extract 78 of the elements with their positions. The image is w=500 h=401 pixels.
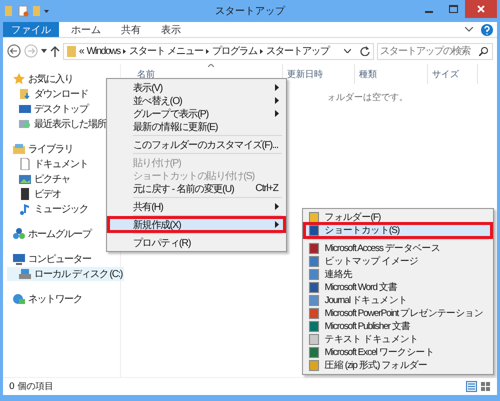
disk-drive-icon [19,268,31,280]
menu-item[interactable]: Microsoft Word 文書 [304,281,491,294]
window-title: スタートアップ [214,4,286,18]
menu-item[interactable]: 新規作成(X) [109,218,284,231]
maximize-icon [448,5,458,13]
navigation-group[interactable]: コンピューター [7,252,93,266]
menu-item[interactable]: Microsoft Excel ワークシート [304,346,491,359]
breadcrumb-arrow-icon [206,48,209,54]
shortcut-text: Ctrl+Z [254,183,278,194]
network-icon [13,293,25,305]
computer-icon [13,253,25,265]
navigation-item[interactable]: デスクトップ [7,102,90,116]
menu-item[interactable]: プロパティ(R) [109,236,284,249]
navigation-item[interactable]: ローカル ディスク (C:) [7,267,124,281]
menu-item[interactable]: 連絡先 [304,268,491,281]
help-icon[interactable] [481,24,493,36]
search-field[interactable]: スタートアップの検索 [377,42,493,60]
address-bar[interactable]: « Windows スタート メニュー プログラム スタートアップ [63,42,374,60]
search-icon [479,46,488,56]
menu-item[interactable]: Microsoft Publisher 文書 [304,320,491,333]
menu-item[interactable]: ビットマップ イメージ [304,255,491,268]
recent-locations-button[interactable] [41,49,47,53]
navigation-group[interactable]: ライブラリ [7,142,75,156]
document-icon [19,158,31,170]
breadcrumb-segment[interactable]: スタート メニュー [129,44,203,58]
menu-item[interactable]: 最新の情報に更新(E) [109,120,284,133]
folder-icon [67,46,76,56]
star-icon [13,73,25,85]
homegroup-icon [13,228,25,240]
up-button[interactable] [50,46,60,56]
breadcrumb-segment[interactable]: « [79,46,84,56]
breadcrumb-arrow-icon [123,48,126,54]
breadcrumb-arrow-icon [260,48,263,54]
close-icon [477,5,485,13]
menu-item[interactable]: 圧縮 (zip 形式) フォルダー [304,359,491,372]
menu-item[interactable]: 表示(V) [109,81,284,94]
menu-item[interactable]: 元に戻す - 名前の変更(U) Ctrl+Z [109,182,284,195]
back-button[interactable] [7,44,21,58]
navigation-item[interactable]: ピクチャ [7,172,72,186]
navigation-group[interactable]: ネットワーク [7,292,84,306]
menu-item[interactable]: グループで表示(P) [109,107,284,120]
navigation-item[interactable]: 最近表示した場所 [7,117,108,131]
close-button[interactable] [465,0,497,18]
ribbon-tab[interactable]: ホーム [63,22,109,37]
column-header[interactable]: 種類 [355,64,428,84]
menu-item[interactable]: ショートカット(S) [304,224,491,237]
menu-item[interactable]: 並べ替え(O) [109,94,284,107]
ribbon-tab[interactable]: 共有 [113,22,149,37]
breadcrumb-segment[interactable]: スタートアップ [266,44,329,58]
music-note-icon [19,203,31,215]
navigation-item[interactable]: ドキュメント [7,157,90,171]
navigation-item[interactable]: ミュージック [7,202,90,216]
menu-item[interactable]: テキスト ドキュメント [304,333,491,346]
refresh-icon[interactable] [360,46,370,56]
item-count: 0 個の項目 [9,381,54,393]
ribbon-tab[interactable]: 表示 [153,22,189,37]
menu-item[interactable]: フォルダー(F) [304,211,491,224]
breadcrumb-segment[interactable]: Windows [86,46,120,56]
details-view-icon[interactable] [466,381,477,392]
picture-icon [19,173,31,185]
menu-item[interactable]: Journal ドキュメント [304,294,491,307]
menu-item[interactable]: このフォルダーのカスタマイズ(F)... [109,138,284,151]
menu-item[interactable]: Microsoft PowerPoint プレゼンテーション [304,307,491,320]
folder-download-icon [19,88,31,100]
menu-item[interactable]: Microsoft Access データベース [304,242,491,255]
ribbon-tab[interactable]: ファイル [3,22,59,37]
empty-folder-message: ォルダーは空です。 [327,92,408,104]
expand-ribbon-icon[interactable] [465,27,473,32]
navigation-item[interactable]: ビデオ [7,187,63,201]
breadcrumb-segment[interactable]: プログラム [212,44,257,58]
column-header[interactable]: サイズ [428,64,478,84]
menu-item[interactable]: 共有(H) [109,200,284,213]
large-icons-view-icon[interactable] [480,381,491,392]
navigation-group[interactable]: ホームグループ [7,227,93,241]
navigation-group[interactable]: お気に入り [7,72,75,86]
desktop-icon [19,103,31,115]
library-icon [13,143,25,155]
navigation-item[interactable]: ダウンロード [7,87,90,101]
